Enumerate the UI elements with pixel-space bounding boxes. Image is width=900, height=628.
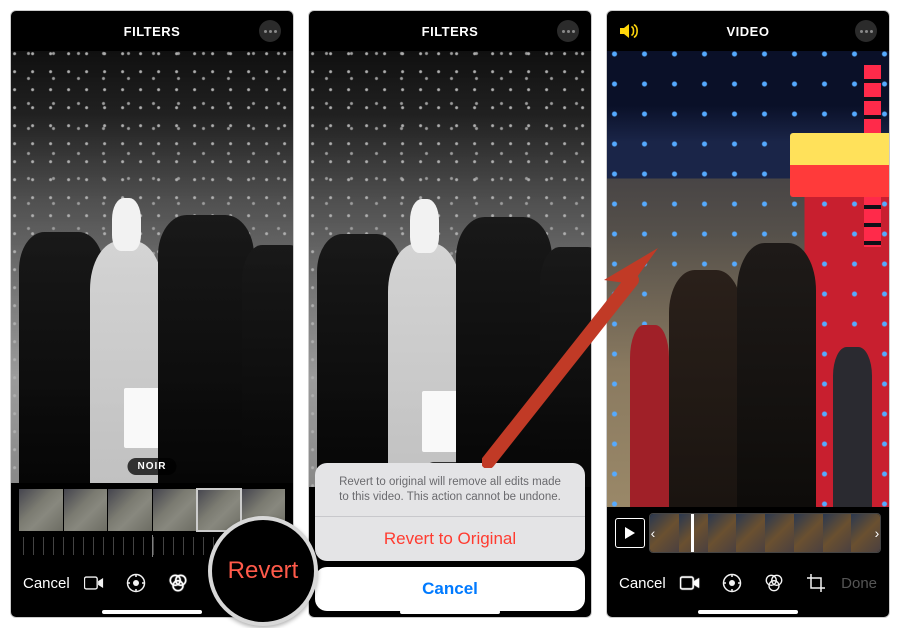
filters-tool-icon[interactable] [168,573,188,593]
timeline-thumb[interactable] [851,514,880,552]
header-bar: VIDEO [607,11,889,51]
video-frame-bw [309,51,591,487]
revert-to-original-button[interactable]: Revert to Original [315,517,585,561]
more-icon[interactable] [259,20,281,42]
timeline-thumb[interactable] [794,514,823,552]
timeline-thumb[interactable] [736,514,765,552]
filter-thumb[interactable] [19,489,63,531]
cancel-button[interactable]: Cancel [23,575,70,592]
timeline-thumb[interactable] [823,514,852,552]
video-timeline-row [615,513,881,553]
screen-revert-sheet: FILTERS NOIR Revert to original will rem… [308,10,592,618]
header-title: VIDEO [727,24,770,39]
more-icon[interactable] [557,20,579,42]
video-frame-bw [11,51,293,483]
header-bar: FILTERS [11,11,293,51]
video-preview[interactable] [607,51,889,507]
video-tool-icon[interactable] [84,573,104,593]
screen-video-original: VIDEO [606,10,890,618]
video-tool-icon[interactable] [680,573,700,593]
video-preview[interactable]: NOIR [11,51,293,483]
filter-thumb[interactable] [64,489,108,531]
timeline-thumb[interactable] [765,514,794,552]
filter-thumb[interactable] [153,489,197,531]
sound-icon[interactable] [619,23,639,39]
header-title: FILTERS [124,24,181,39]
more-icon[interactable] [855,20,877,42]
filter-name-badge: NOIR [128,458,177,475]
adjust-tool-icon[interactable] [722,573,742,593]
filter-thumb[interactable] [108,489,152,531]
timeline-playhead[interactable] [691,513,694,553]
timeline-thumb[interactable] [650,514,679,552]
play-button[interactable] [615,518,645,548]
action-sheet-card: Revert to original will remove all edits… [315,463,585,561]
crop-tool-icon[interactable] [806,573,826,593]
home-indicator [607,607,889,617]
callout-revert-circle: Revert [208,516,318,626]
action-sheet-message: Revert to original will remove all edits… [315,463,585,516]
video-timeline[interactable] [649,513,881,553]
filters-tool-icon[interactable] [764,573,784,593]
done-button[interactable]: Done [841,575,877,592]
timeline-thumb[interactable] [708,514,737,552]
adjust-tool-icon[interactable] [126,573,146,593]
video-preview: NOIR [309,51,591,487]
cancel-button[interactable]: Cancel [619,575,666,592]
tool-row [680,573,826,593]
header-title: FILTERS [422,24,479,39]
video-frame-color [607,51,889,507]
action-sheet-cancel-button[interactable]: Cancel [315,567,585,611]
bottom-bar: Cancel Done [607,559,889,607]
header-bar: FILTERS [309,11,591,51]
action-sheet: Revert to original will remove all edits… [315,463,585,611]
callout-revert-label: Revert [228,557,299,585]
